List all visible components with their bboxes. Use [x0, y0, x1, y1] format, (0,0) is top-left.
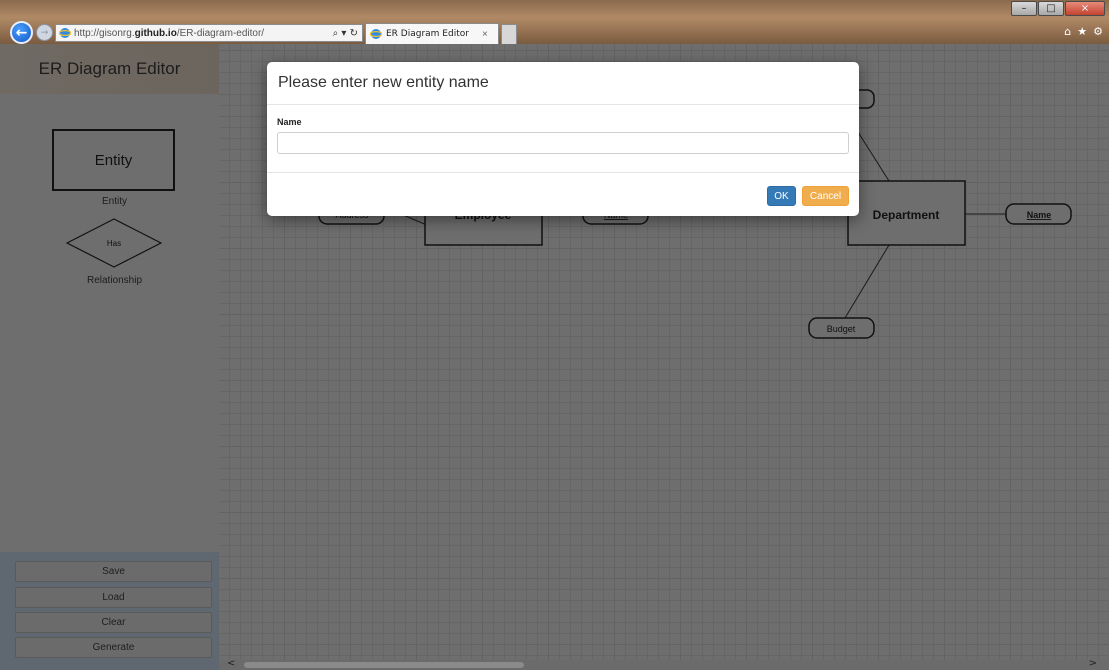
dialog-header: Please enter new entity name: [267, 62, 859, 105]
minimize-button[interactable]: –: [1011, 1, 1037, 16]
entity-department[interactable]: Department: [847, 180, 966, 246]
palette-relationship-caption: Relationship: [86, 275, 143, 286]
window-controls: – □ ×: [1010, 1, 1105, 16]
app-title: ER Diagram Editor: [38, 59, 181, 78]
sidebar-actions: Save Load Clear Generate: [0, 552, 219, 670]
palette-entity-shape[interactable]: Entity: [52, 129, 175, 191]
browser-tab[interactable]: ER Diagram Editor ×: [365, 23, 499, 44]
favorites-star-icon[interactable]: ★: [1077, 25, 1087, 38]
url-text: http://gisonrg.github.io/ER-diagram-edit…: [74, 27, 265, 39]
sidebar: ER Diagram Editor Entity Entity Has Rela…: [0, 44, 219, 670]
generate-button[interactable]: Generate: [15, 637, 212, 658]
palette-relationship-shape[interactable]: Has: [66, 218, 162, 268]
palette-entity-label: Entity: [94, 151, 133, 169]
palette-relationship-label: Has: [107, 239, 121, 248]
tab-close-icon[interactable]: ×: [482, 29, 498, 40]
connector-line: [857, 131, 890, 182]
ie-logo-icon: [59, 28, 71, 38]
dialog-title: Please enter new entity name: [278, 74, 489, 91]
scroll-left-arrow-icon[interactable]: <: [227, 658, 235, 669]
attribute-label: Budget: [827, 324, 856, 334]
scroll-right-arrow-icon[interactable]: >: [1089, 658, 1097, 669]
sidebar-header: ER Diagram Editor: [0, 44, 219, 94]
horizontal-scrollbar[interactable]: < >: [219, 658, 1109, 670]
settings-gear-icon[interactable]: ⚙: [1093, 25, 1103, 38]
close-window-button[interactable]: ×: [1065, 1, 1105, 16]
entity-name-input[interactable]: [277, 132, 849, 154]
search-refresh-icons[interactable]: ⌕ ▾ ↻: [333, 28, 362, 39]
browser-toolbar-icons: ⌂ ★ ⚙: [1058, 25, 1103, 38]
forward-button[interactable]: →: [36, 24, 53, 41]
attribute-label: Name: [1027, 210, 1052, 220]
name-field-label: Name: [277, 117, 302, 127]
tab-ie-icon: [370, 29, 382, 39]
connector-line: [844, 244, 890, 319]
window-title-strip: – □ ×: [0, 0, 1109, 18]
palette-entity-caption: Entity: [101, 196, 127, 207]
dialog-footer: OK Cancel: [267, 172, 859, 216]
clear-button[interactable]: Clear: [15, 612, 212, 633]
tab-title: ER Diagram Editor: [386, 29, 469, 39]
home-icon[interactable]: ⌂: [1064, 25, 1071, 38]
scrollbar-thumb[interactable]: [244, 662, 524, 668]
attribute-name-department[interactable]: Name: [1005, 203, 1072, 225]
save-button[interactable]: Save: [15, 561, 212, 582]
cancel-button[interactable]: Cancel: [802, 186, 849, 206]
new-entity-dialog: Please enter new entity name Name OK Can…: [267, 62, 859, 216]
new-tab-button[interactable]: [501, 24, 517, 44]
maximize-button[interactable]: □: [1038, 1, 1064, 16]
entity-label: Department: [873, 208, 940, 222]
back-button[interactable]: ←: [10, 21, 33, 44]
browser-chrome: – □ × ← → http://gisonrg.github.io/ER-di…: [0, 0, 1109, 44]
load-button[interactable]: Load: [15, 587, 212, 608]
ok-button[interactable]: OK: [767, 186, 796, 206]
address-bar[interactable]: http://gisonrg.github.io/ER-diagram-edit…: [55, 24, 363, 42]
attribute-budget[interactable]: Budget: [808, 317, 875, 339]
